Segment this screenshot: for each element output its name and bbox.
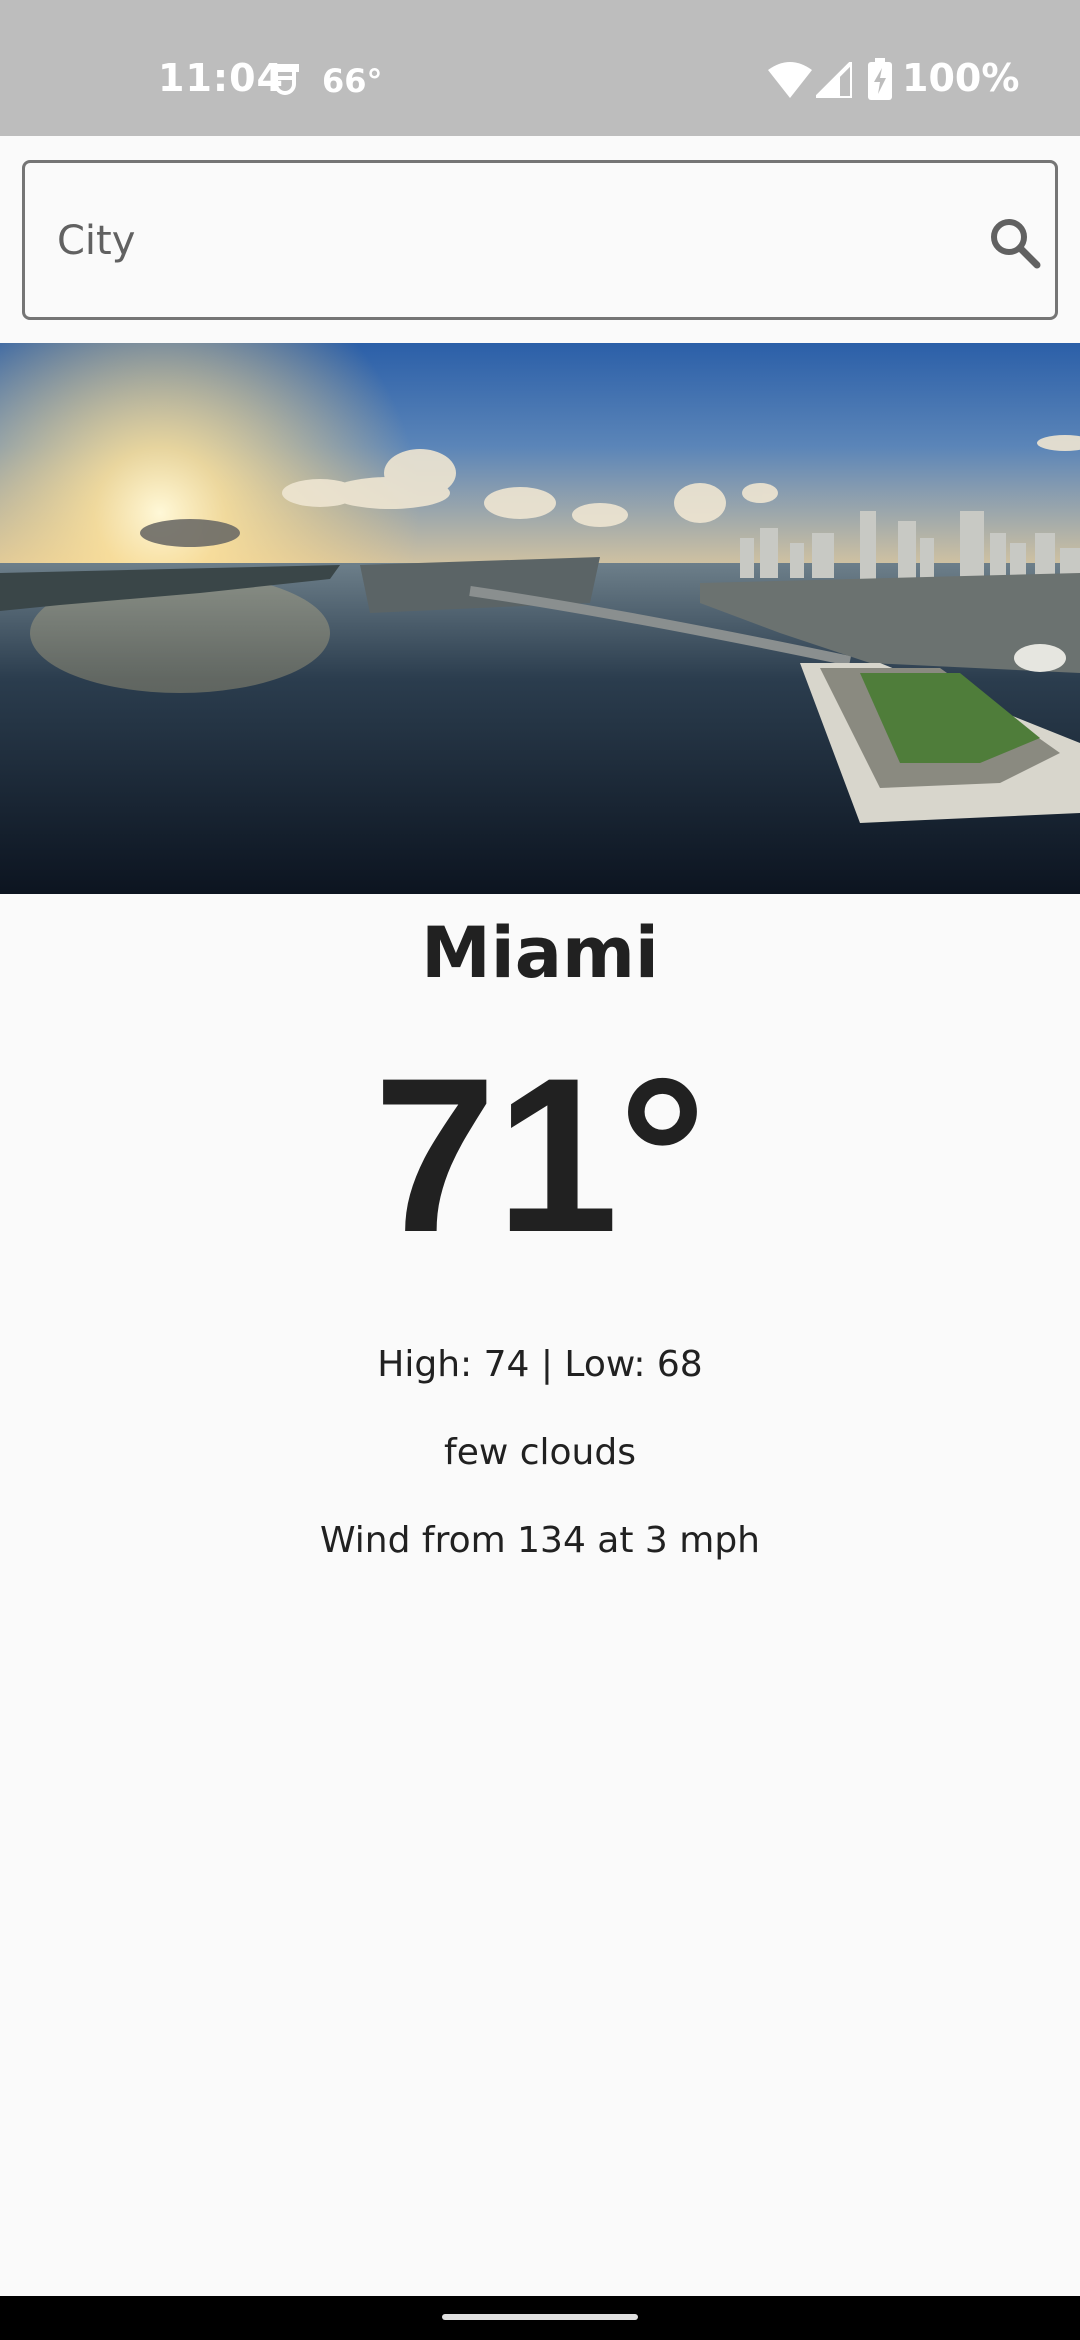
status-temperature: 66° <box>322 62 383 100</box>
city-search-field[interactable] <box>22 160 1058 320</box>
high-low-temperature: High: 74 | Low: 68 <box>377 1344 703 1385</box>
navigation-bar <box>0 2296 1080 2340</box>
wind-info: Wind from 134 at 3 mph <box>320 1520 760 1561</box>
battery-charging-icon <box>868 58 892 104</box>
status-bar: 11:04 66° 100% <box>0 0 1080 136</box>
home-gesture-handle[interactable] <box>442 2314 638 2320</box>
city-name: Miami <box>421 912 659 994</box>
battery-percentage: 100% <box>902 56 1020 100</box>
wifi-icon <box>768 62 812 102</box>
city-input[interactable] <box>55 203 959 279</box>
city-hero-image <box>0 343 1080 894</box>
search-icon[interactable] <box>987 215 1043 275</box>
status-time: 11:04 <box>158 56 284 100</box>
cell-signal-icon <box>811 57 854 102</box>
notification-icon <box>268 60 302 104</box>
current-temperature: 71° <box>373 1032 707 1278</box>
weather-conditions: few clouds <box>444 1432 636 1473</box>
